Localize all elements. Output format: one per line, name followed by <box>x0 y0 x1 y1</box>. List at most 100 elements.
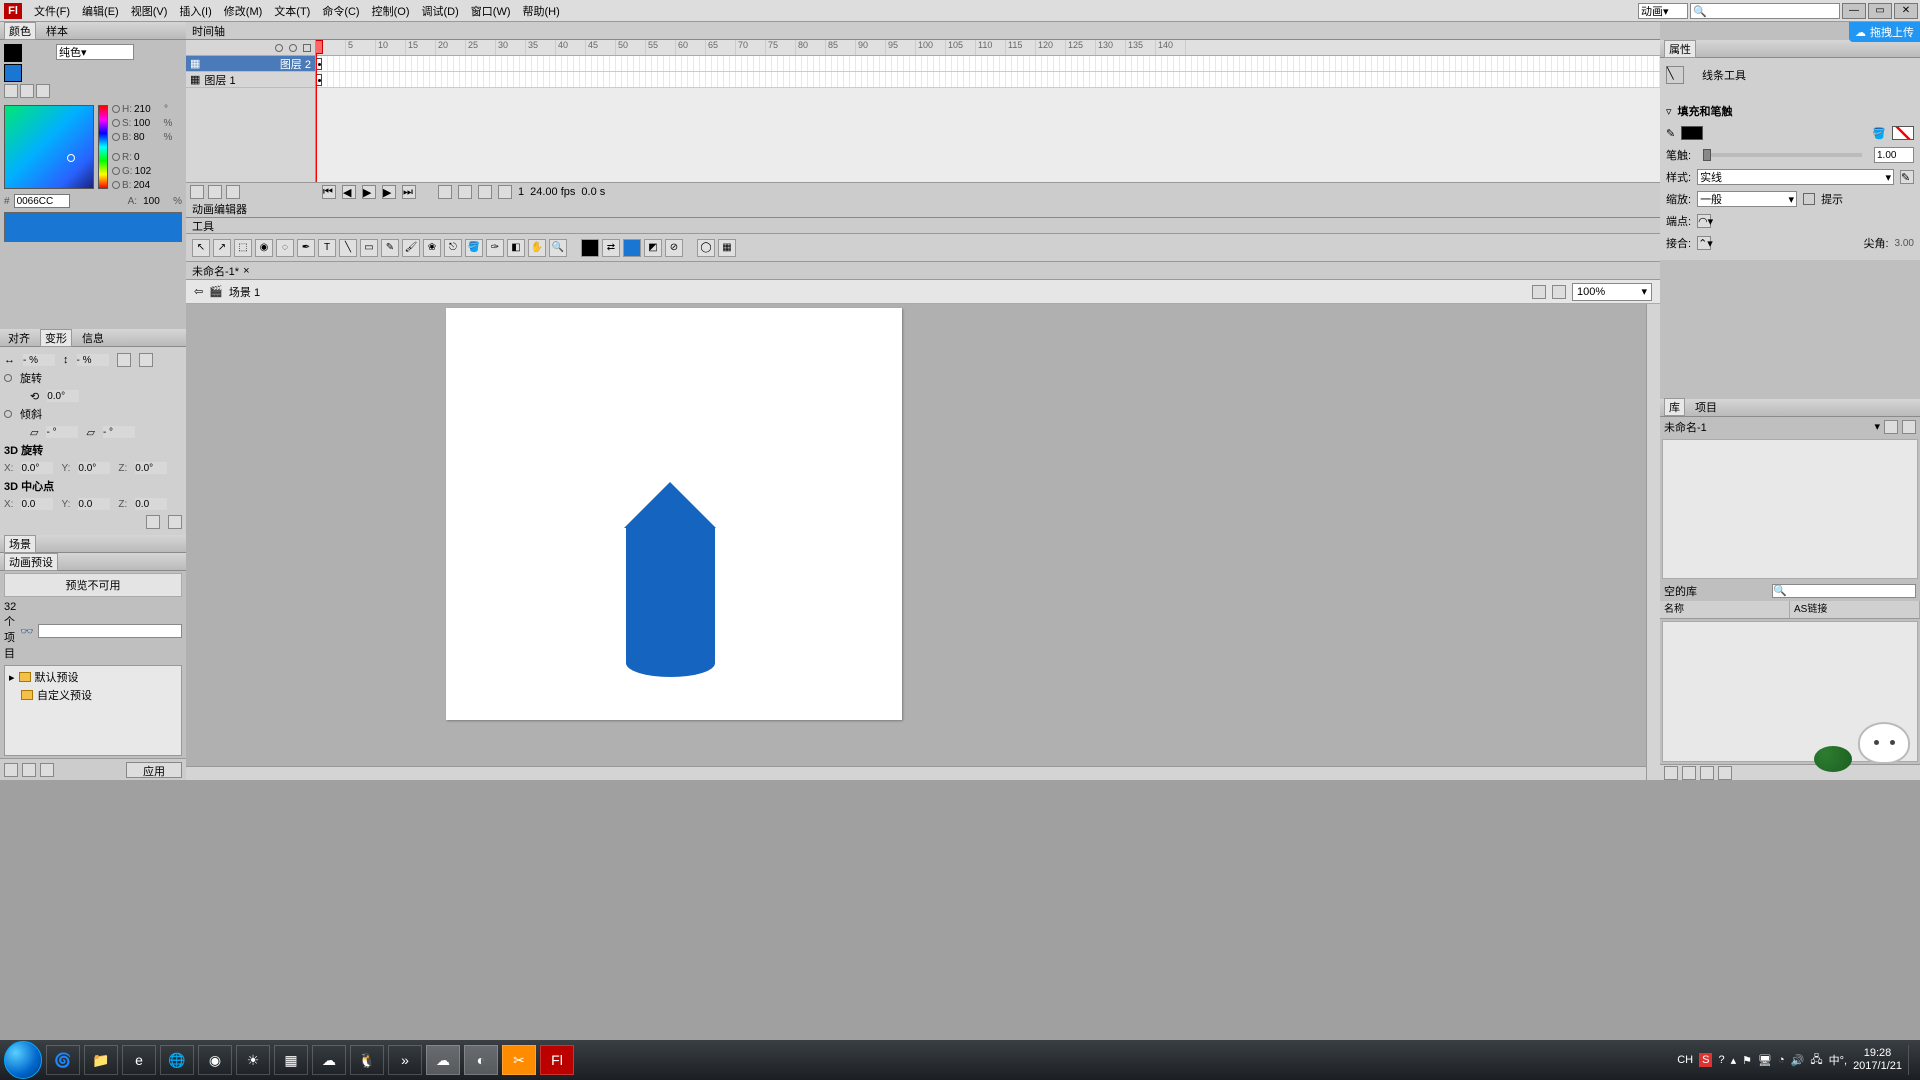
tab-library[interactable]: 库 <box>1664 398 1685 416</box>
ink-tool-icon[interactable]: ✑ <box>486 239 504 257</box>
input-h[interactable] <box>134 103 162 115</box>
style-select[interactable]: 实线▾ <box>1697 169 1894 185</box>
eye-icon[interactable] <box>275 44 283 52</box>
play-icon[interactable]: ▶ <box>362 185 376 199</box>
reset-transform-icon[interactable] <box>168 515 182 529</box>
new-folder-icon[interactable] <box>208 185 222 199</box>
nocolor-icon[interactable]: ⊘ <box>665 239 683 257</box>
tab-info[interactable]: 信息 <box>78 330 108 346</box>
tab-swatches[interactable]: 样本 <box>42 23 72 39</box>
next-frame-icon[interactable]: ▶ <box>382 185 396 199</box>
bw-icon[interactable]: ◩ <box>644 239 662 257</box>
zoom-select[interactable]: 100%▾ <box>1572 283 1652 301</box>
taskbar-expand[interactable]: » <box>388 1045 422 1075</box>
upload-badge[interactable]: ☁拖拽上传 <box>1849 22 1920 42</box>
stroke-swatch[interactable] <box>1681 126 1703 140</box>
tray-icon[interactable]: ? <box>1718 1054 1724 1066</box>
start-button[interactable] <box>4 1041 42 1079</box>
col-linkage[interactable]: AS链接 <box>1790 601 1920 618</box>
first-frame-icon[interactable]: ⏮ <box>322 185 336 199</box>
timeline-track[interactable] <box>316 56 1660 72</box>
taskbar-ie[interactable]: e <box>122 1045 156 1075</box>
delete-layer-icon[interactable] <box>226 185 240 199</box>
lasso-tool-icon[interactable]: ◌ <box>276 239 294 257</box>
bone-tool-icon[interactable]: ⎋ <box>444 239 462 257</box>
join-select[interactable]: ⌃▾ <box>1697 236 1711 250</box>
scale-select[interactable]: 一般▾ <box>1697 191 1797 207</box>
onion-outline-icon[interactable] <box>478 185 492 199</box>
radio-skew[interactable] <box>4 410 12 418</box>
radio-rotate[interactable] <box>4 374 12 382</box>
document-tab[interactable]: 未命名-1* <box>192 263 239 279</box>
tab-motion-editor[interactable]: 动画编辑器 <box>192 201 247 217</box>
lock-icon[interactable] <box>289 44 297 52</box>
taskbar-snip[interactable]: ✂ <box>502 1045 536 1075</box>
ime-indicator[interactable]: CH <box>1677 1054 1693 1066</box>
minimize-button[interactable]: — <box>1842 3 1866 19</box>
new-symbol-icon[interactable] <box>1664 766 1678 780</box>
menu-debug[interactable]: 调试(D) <box>416 3 465 19</box>
taskbar-browser[interactable]: 🌐 <box>160 1045 194 1075</box>
menu-commands[interactable]: 命令(C) <box>316 3 365 19</box>
swap-colors-icon[interactable] <box>36 84 50 98</box>
tab-project[interactable]: 项目 <box>1691 399 1721 415</box>
black-white-icon[interactable] <box>4 84 18 98</box>
fill-swatch[interactable] <box>1892 126 1914 140</box>
stroke-value[interactable] <box>1874 147 1914 163</box>
taskbar-explorer[interactable]: 📁 <box>84 1045 118 1075</box>
pin-library-icon[interactable] <box>1884 420 1898 434</box>
input-skew-h[interactable] <box>46 426 78 438</box>
fill-color-swatch[interactable] <box>4 64 22 82</box>
taskbar-flash[interactable]: Fl <box>540 1045 574 1075</box>
preset-folder-custom[interactable]: 自定义预设 <box>7 686 179 704</box>
input-width[interactable] <box>23 354 55 366</box>
fill-type-select[interactable]: 纯色▾ <box>56 44 134 60</box>
constrain-icon[interactable] <box>117 353 131 367</box>
drawn-rounded-rect[interactable] <box>626 527 715 677</box>
deco-tool-icon[interactable]: ❀ <box>423 239 441 257</box>
workspace-switcher[interactable]: 动画▾ <box>1638 3 1688 19</box>
properties-icon[interactable] <box>1700 766 1714 780</box>
brush-tool-icon[interactable]: 🖌 <box>402 239 420 257</box>
drawn-triangle[interactable] <box>624 482 716 528</box>
library-doc-select[interactable]: 未命名-1▾ <box>1664 419 1880 435</box>
preset-search[interactable] <box>38 624 182 638</box>
bucket-tool-icon[interactable]: 🪣 <box>465 239 483 257</box>
reset-icon[interactable] <box>139 353 153 367</box>
tray-icon[interactable]: ⚑ <box>1742 1054 1752 1067</box>
slider-thumb-icon[interactable] <box>1703 149 1711 161</box>
input-alpha[interactable] <box>141 194 169 208</box>
preset-list[interactable]: ▸默认预设 自定义预设 <box>4 665 182 756</box>
loop-icon[interactable] <box>438 185 452 199</box>
input-3drz[interactable] <box>135 462 167 474</box>
horizontal-scrollbar[interactable] <box>186 766 1646 780</box>
tray-network-icon[interactable]: 🖧 <box>1810 1051 1822 1070</box>
new-folder-icon[interactable] <box>22 763 36 777</box>
radio-s[interactable] <box>112 119 120 127</box>
hand-tool-icon[interactable]: ✋ <box>528 239 546 257</box>
free-transform-icon[interactable]: ⬚ <box>234 239 252 257</box>
playhead[interactable] <box>316 40 317 182</box>
close-tab-icon[interactable]: × <box>243 265 249 277</box>
taskbar-app-1[interactable]: 🌀 <box>46 1045 80 1075</box>
layer-row[interactable]: ▦图层 2 <box>186 56 315 72</box>
tab-timeline[interactable]: 时间轴 <box>192 23 225 39</box>
taskbar-360[interactable]: ◐ <box>464 1045 498 1075</box>
show-desktop-button[interactable] <box>1908 1045 1916 1075</box>
new-library-icon[interactable] <box>1902 420 1916 434</box>
menu-window[interactable]: 窗口(W) <box>465 3 517 19</box>
edit-style-icon[interactable]: ✎ <box>1900 170 1914 184</box>
tab-color[interactable]: 颜色 <box>4 22 36 40</box>
zoom-tool-icon[interactable]: 🔍 <box>549 239 567 257</box>
library-search[interactable] <box>1772 584 1916 598</box>
color-spectrum[interactable] <box>4 105 94 189</box>
new-lib-folder-icon[interactable] <box>1682 766 1696 780</box>
expand-icon[interactable]: ▿ <box>1666 105 1672 118</box>
input-3dcz[interactable] <box>135 498 167 510</box>
taskbar-app-2[interactable]: ☀ <box>236 1045 270 1075</box>
clock[interactable]: 19:28 2017/1/21 <box>1853 1047 1902 1073</box>
input-height[interactable] <box>77 354 109 366</box>
smooth-icon[interactable]: ▦ <box>718 239 736 257</box>
tray-expand-icon[interactable]: ▴ <box>1731 1054 1737 1067</box>
hue-slider[interactable] <box>98 105 108 189</box>
